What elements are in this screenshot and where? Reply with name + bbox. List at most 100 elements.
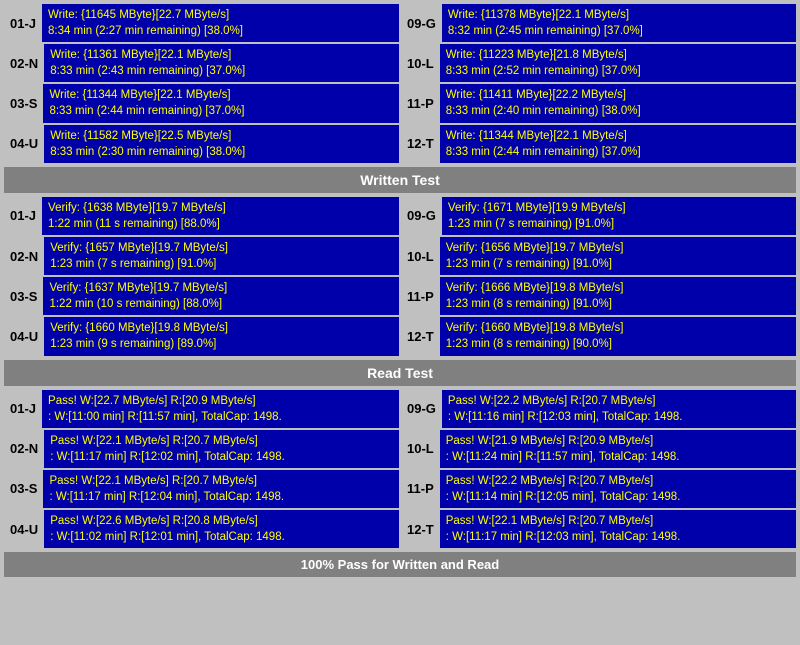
device-id-01-J: 01-J bbox=[4, 390, 42, 428]
write-section: 01-JWrite: {11645 MByte}[22.7 MByte/s]8:… bbox=[4, 4, 796, 163]
cell-line2: 1:23 min (7 s remaining) [91.0%] bbox=[448, 216, 790, 232]
cell-10-L: 10-LVerify: {1656 MByte}[19.7 MByte/s]1:… bbox=[401, 237, 796, 275]
cell-content-01-J: Write: {11645 MByte}[22.7 MByte/s]8:34 m… bbox=[42, 4, 399, 42]
cell-line1: Write: {11378 MByte}[22.1 MByte/s] bbox=[448, 7, 790, 23]
cell-content-01-J: Pass! W:[22.7 MByte/s] R:[20.9 MByte/s]:… bbox=[42, 390, 399, 428]
read-test-header: Read Test bbox=[4, 360, 796, 386]
device-id-02-N: 02-N bbox=[4, 430, 44, 468]
device-id-12-T: 12-T bbox=[401, 125, 440, 163]
cell-content-11-P: Write: {11411 MByte}[22.2 MByte/s]8:33 m… bbox=[440, 84, 796, 122]
device-id-09-G: 09-G bbox=[401, 197, 442, 235]
cell-11-P: 11-PVerify: {1666 MByte}[19.8 MByte/s]1:… bbox=[401, 277, 796, 315]
cell-content-10-L: Verify: {1656 MByte}[19.7 MByte/s]1:23 m… bbox=[440, 237, 796, 275]
cell-line1: Write: {11582 MByte}[22.5 MByte/s] bbox=[50, 128, 393, 144]
device-id-10-L: 10-L bbox=[401, 430, 440, 468]
cell-content-03-S: Write: {11344 MByte}[22.1 MByte/s]8:33 m… bbox=[43, 84, 399, 122]
row-1: 02-NWrite: {11361 MByte}[22.1 MByte/s]8:… bbox=[4, 44, 796, 82]
cell-content-04-U: Pass! W:[22.6 MByte/s] R:[20.8 MByte/s]:… bbox=[44, 510, 399, 548]
cell-content-04-U: Verify: {1660 MByte}[19.8 MByte/s]1:23 m… bbox=[44, 317, 399, 355]
device-id-01-J: 01-J bbox=[4, 4, 42, 42]
device-id-03-S: 03-S bbox=[4, 470, 43, 508]
cell-content-09-G: Pass! W:[22.2 MByte/s] R:[20.7 MByte/s]:… bbox=[442, 390, 796, 428]
cell-12-T: 12-TWrite: {11344 MByte}[22.1 MByte/s]8:… bbox=[401, 125, 796, 163]
cell-content-04-U: Write: {11582 MByte}[22.5 MByte/s]8:33 m… bbox=[44, 125, 399, 163]
cell-content-02-N: Write: {11361 MByte}[22.1 MByte/s]8:33 m… bbox=[44, 44, 399, 82]
main-container: 01-JWrite: {11645 MByte}[22.7 MByte/s]8:… bbox=[0, 0, 800, 581]
row-2: 03-SPass! W:[22.1 MByte/s] R:[20.7 MByte… bbox=[4, 470, 796, 508]
cell-content-02-N: Pass! W:[22.1 MByte/s] R:[20.7 MByte/s]:… bbox=[44, 430, 399, 468]
cell-content-01-J: Verify: {1638 MByte}[19.7 MByte/s]1:22 m… bbox=[42, 197, 399, 235]
cell-line1: Verify: {1657 MByte}[19.7 MByte/s] bbox=[50, 240, 393, 256]
cell-content-10-L: Write: {11223 MByte}[21.8 MByte/s]8:33 m… bbox=[440, 44, 796, 82]
row-2: 03-SVerify: {1637 MByte}[19.7 MByte/s]1:… bbox=[4, 277, 796, 315]
row-2: 03-SWrite: {11344 MByte}[22.1 MByte/s]8:… bbox=[4, 84, 796, 122]
device-id-11-P: 11-P bbox=[401, 470, 440, 508]
cell-line2: : W:[11:17 min] R:[12:02 min], TotalCap:… bbox=[50, 449, 393, 465]
cell-line1: Pass! W:[22.1 MByte/s] R:[20.7 MByte/s] bbox=[446, 513, 790, 529]
cell-line1: Verify: {1638 MByte}[19.7 MByte/s] bbox=[48, 200, 393, 216]
cell-line1: Write: {11645 MByte}[22.7 MByte/s] bbox=[48, 7, 393, 23]
cell-line1: Verify: {1671 MByte}[19.9 MByte/s] bbox=[448, 200, 790, 216]
cell-content-12-T: Verify: {1660 MByte}[19.8 MByte/s]1:23 m… bbox=[440, 317, 796, 355]
cell-line2: : W:[11:24 min] R:[11:57 min], TotalCap:… bbox=[446, 449, 790, 465]
cell-03-S: 03-SVerify: {1637 MByte}[19.7 MByte/s]1:… bbox=[4, 277, 399, 315]
cell-line2: 8:33 min (2:43 min remaining) [37.0%] bbox=[50, 63, 393, 79]
cell-line1: Pass! W:[22.6 MByte/s] R:[20.8 MByte/s] bbox=[50, 513, 393, 529]
cell-line2: 8:33 min (2:52 min remaining) [37.0%] bbox=[446, 63, 790, 79]
cell-line2: 8:33 min (2:40 min remaining) [38.0%] bbox=[446, 103, 790, 119]
row-0: 01-JVerify: {1638 MByte}[19.7 MByte/s]1:… bbox=[4, 197, 796, 235]
row-0: 01-JWrite: {11645 MByte}[22.7 MByte/s]8:… bbox=[4, 4, 796, 42]
read-section: 01-JPass! W:[22.7 MByte/s] R:[20.9 MByte… bbox=[4, 390, 796, 549]
cell-line1: Verify: {1656 MByte}[19.7 MByte/s] bbox=[446, 240, 790, 256]
device-id-02-N: 02-N bbox=[4, 237, 44, 275]
cell-line2: : W:[11:17 min] R:[12:03 min], TotalCap:… bbox=[446, 529, 790, 545]
cell-line2: 8:34 min (2:27 min remaining) [38.0%] bbox=[48, 23, 393, 39]
cell-line1: Write: {11344 MByte}[22.1 MByte/s] bbox=[446, 128, 790, 144]
cell-content-02-N: Verify: {1657 MByte}[19.7 MByte/s]1:23 m… bbox=[44, 237, 399, 275]
device-id-02-N: 02-N bbox=[4, 44, 44, 82]
cell-line1: Verify: {1660 MByte}[19.8 MByte/s] bbox=[446, 320, 790, 336]
cell-line2: 8:33 min (2:44 min remaining) [37.0%] bbox=[49, 103, 393, 119]
cell-line1: Pass! W:[22.7 MByte/s] R:[20.9 MByte/s] bbox=[48, 393, 393, 409]
cell-line1: Verify: {1637 MByte}[19.7 MByte/s] bbox=[49, 280, 393, 296]
cell-content-12-T: Write: {11344 MByte}[22.1 MByte/s]8:33 m… bbox=[440, 125, 796, 163]
cell-line1: Pass! W:[22.2 MByte/s] R:[20.7 MByte/s] bbox=[446, 473, 790, 489]
cell-10-L: 10-LPass! W:[21.9 MByte/s] R:[20.9 MByte… bbox=[401, 430, 796, 468]
cell-content-11-P: Pass! W:[22.2 MByte/s] R:[20.7 MByte/s]:… bbox=[440, 470, 796, 508]
cell-content-03-S: Pass! W:[22.1 MByte/s] R:[20.7 MByte/s]:… bbox=[43, 470, 399, 508]
cell-content-09-G: Write: {11378 MByte}[22.1 MByte/s]8:32 m… bbox=[442, 4, 796, 42]
row-0: 01-JPass! W:[22.7 MByte/s] R:[20.9 MByte… bbox=[4, 390, 796, 428]
device-id-12-T: 12-T bbox=[401, 317, 440, 355]
device-id-01-J: 01-J bbox=[4, 197, 42, 235]
cell-content-10-L: Pass! W:[21.9 MByte/s] R:[20.9 MByte/s]:… bbox=[440, 430, 796, 468]
cell-04-U: 04-UPass! W:[22.6 MByte/s] R:[20.8 MByte… bbox=[4, 510, 399, 548]
cell-03-S: 03-SPass! W:[22.1 MByte/s] R:[20.7 MByte… bbox=[4, 470, 399, 508]
cell-line1: Pass! W:[22.2 MByte/s] R:[20.7 MByte/s] bbox=[448, 393, 790, 409]
device-id-09-G: 09-G bbox=[401, 4, 442, 42]
cell-01-J: 01-JVerify: {1638 MByte}[19.7 MByte/s]1:… bbox=[4, 197, 399, 235]
device-id-10-L: 10-L bbox=[401, 44, 440, 82]
cell-09-G: 09-G Verify: {1671 MByte}[19.9 MByte/s]1:… bbox=[401, 197, 796, 235]
row-1: 02-NVerify: {1657 MByte}[19.7 MByte/s]1:… bbox=[4, 237, 796, 275]
cell-content-03-S: Verify: {1637 MByte}[19.7 MByte/s]1:22 m… bbox=[43, 277, 399, 315]
cell-09-G: 09-GWrite: {11378 MByte}[22.1 MByte/s]8:… bbox=[401, 4, 796, 42]
cell-content-12-T: Pass! W:[22.1 MByte/s] R:[20.7 MByte/s]:… bbox=[440, 510, 796, 548]
device-id-11-P: 11-P bbox=[401, 277, 440, 315]
device-id-10-L: 10-L bbox=[401, 237, 440, 275]
device-id-04-U: 04-U bbox=[4, 125, 44, 163]
cell-02-N: 02-NVerify: {1657 MByte}[19.7 MByte/s]1:… bbox=[4, 237, 399, 275]
cell-04-U: 04-UVerify: {1660 MByte}[19.8 MByte/s]1:… bbox=[4, 317, 399, 355]
verify-rows: 01-JVerify: {1638 MByte}[19.7 MByte/s]1:… bbox=[4, 197, 796, 356]
device-id-04-U: 04-U bbox=[4, 317, 44, 355]
cell-line1: Pass! W:[22.1 MByte/s] R:[20.7 MByte/s] bbox=[50, 433, 393, 449]
cell-12-T: 12-TVerify: {1660 MByte}[19.8 MByte/s]1:… bbox=[401, 317, 796, 355]
cell-09-G: 09-GPass! W:[22.2 MByte/s] R:[20.7 MByte… bbox=[401, 390, 796, 428]
cell-02-N: 02-NPass! W:[22.1 MByte/s] R:[20.7 MByte… bbox=[4, 430, 399, 468]
verify-section: 01-JVerify: {1638 MByte}[19.7 MByte/s]1:… bbox=[4, 197, 796, 356]
device-id-12-T: 12-T bbox=[401, 510, 440, 548]
cell-line2: 1:23 min (8 s remaining) [90.0%] bbox=[446, 336, 790, 352]
cell-12-T: 12-TPass! W:[22.1 MByte/s] R:[20.7 MByte… bbox=[401, 510, 796, 548]
cell-line2: : W:[11:00 min] R:[11:57 min], TotalCap:… bbox=[48, 409, 393, 425]
cell-line2: : W:[11:17 min] R:[12:04 min], TotalCap:… bbox=[49, 489, 393, 505]
cell-11-P: 11-PPass! W:[22.2 MByte/s] R:[20.7 MByte… bbox=[401, 470, 796, 508]
